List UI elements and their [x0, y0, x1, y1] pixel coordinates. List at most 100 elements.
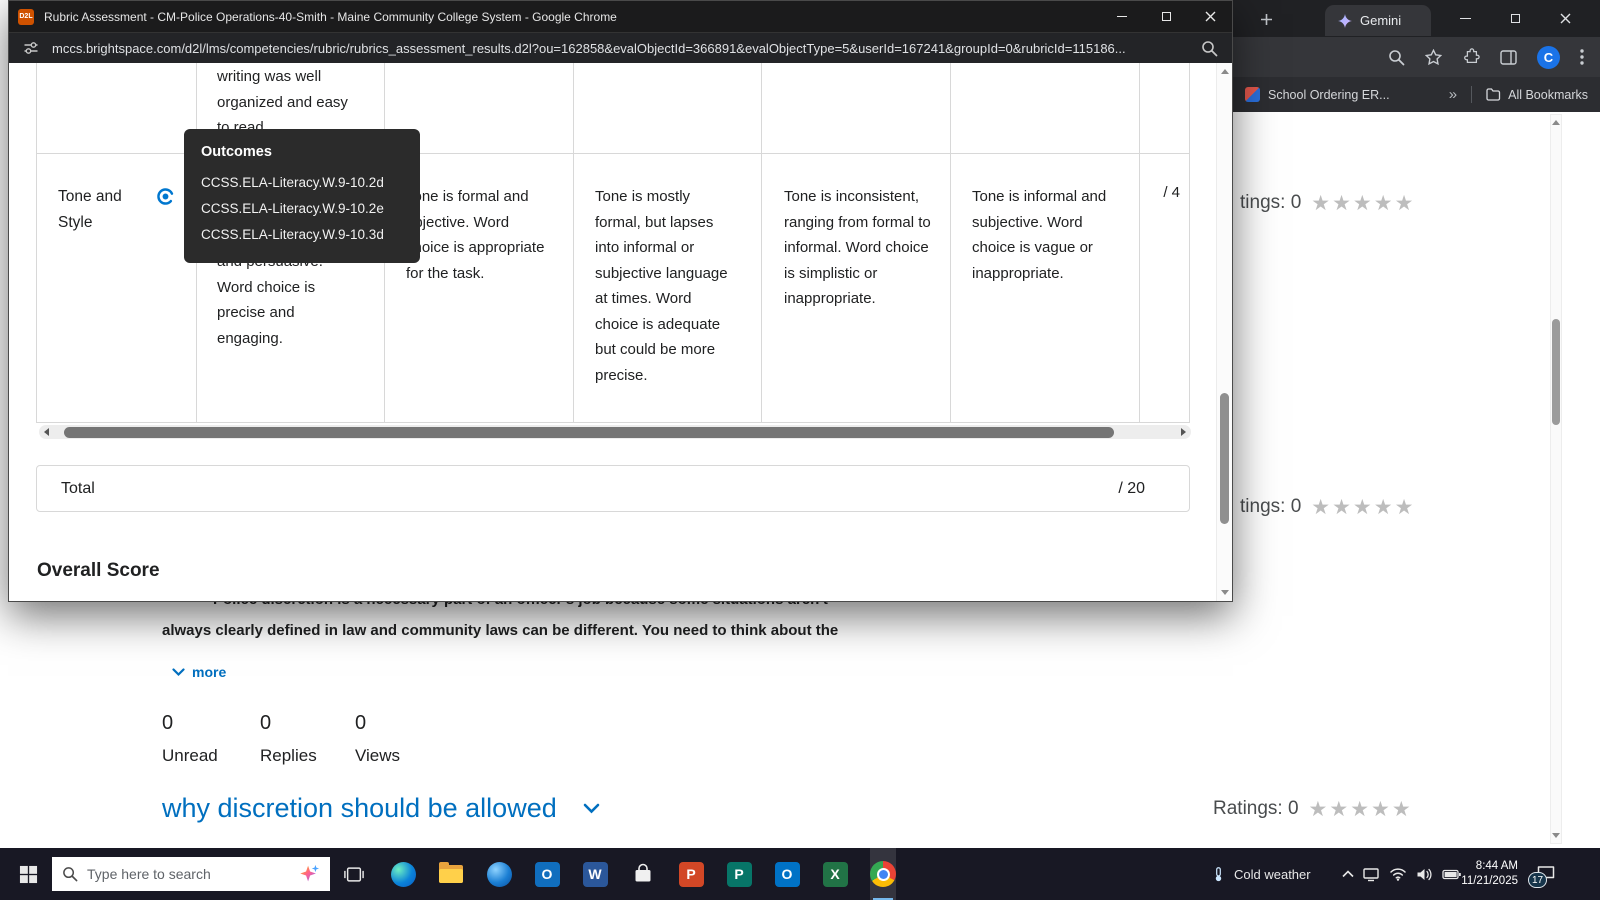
minimize-button[interactable] [1440, 0, 1490, 37]
outlook-mail-icon[interactable]: O [774, 848, 800, 900]
minimize-button[interactable] [1100, 1, 1144, 32]
bookmark-favicon [1245, 87, 1260, 102]
edge-icon[interactable] [390, 848, 416, 900]
tab-gemini[interactable]: Gemini [1325, 5, 1431, 36]
start-button[interactable] [8, 848, 48, 900]
thread-row: why discretion should be allowed [162, 793, 600, 824]
divider [1471, 86, 1473, 103]
stat-label: Unread [162, 746, 218, 765]
word-icon[interactable]: W [582, 848, 608, 900]
ratings-label-clipped: tings: 0 [1240, 192, 1302, 213]
weather-widget[interactable]: Cold weather [1205, 848, 1317, 900]
close-button[interactable] [1188, 1, 1232, 32]
stat-label: Replies [260, 746, 317, 765]
windows-logo-icon [19, 865, 37, 883]
scrollbar-thumb[interactable] [64, 426, 1114, 438]
table-horizontal-scrollbar[interactable] [39, 425, 1191, 439]
rubric-total-row: Total / 20 [36, 465, 1190, 512]
task-view-button[interactable] [338, 848, 370, 900]
scroll-left-arrow[interactable] [44, 428, 49, 436]
extensions-icon[interactable] [1462, 48, 1480, 66]
side-panel-icon[interactable] [1500, 49, 1517, 65]
search-input[interactable] [87, 866, 289, 882]
profile-avatar[interactable]: C [1537, 45, 1560, 69]
bookmark-item[interactable]: School Ordering ER... [1268, 88, 1390, 102]
scroll-right-arrow[interactable] [1181, 428, 1186, 436]
star-rating[interactable]: ★★★★★ [1311, 497, 1415, 518]
total-label: Total [61, 479, 95, 497]
rubric-criterion-label: Tone and Style [58, 188, 122, 231]
store-bag-icon [635, 863, 651, 882]
scroll-down-arrow[interactable] [1221, 590, 1229, 595]
scrollbar-thumb[interactable] [1552, 319, 1560, 425]
ethernet-icon[interactable] [1362, 867, 1380, 882]
pinned-apps: O W P P O X [390, 848, 896, 900]
zoom-icon[interactable] [1201, 40, 1218, 57]
outlook-icon[interactable]: O [534, 848, 560, 900]
rubric-level-cell: Tone is inconsistent, ranging from forma… [784, 188, 931, 307]
total-points: / 20 [1118, 479, 1145, 497]
all-bookmarks-button[interactable]: All Bookmarks [1486, 88, 1588, 102]
chevron-up-icon [1342, 870, 1354, 878]
excel-icon[interactable]: X [822, 848, 848, 900]
taskbar-search[interactable] [52, 857, 330, 891]
notification-badge: 17 [1528, 872, 1548, 888]
chevron-down-icon [172, 667, 185, 676]
close-button[interactable] [1540, 0, 1590, 37]
new-tab-button[interactable] [1255, 8, 1277, 30]
bookmark-star-icon[interactable] [1425, 48, 1442, 66]
blue-globe-app-icon[interactable] [486, 848, 512, 900]
more-link[interactable]: more [172, 664, 226, 680]
bookmarks-bar: School Ordering ER... » All Bookmarks [1233, 77, 1600, 112]
action-center-button[interactable]: 17 [1526, 848, 1566, 900]
chevron-down-icon[interactable] [583, 803, 600, 814]
wifi-icon[interactable] [1389, 867, 1407, 881]
post-text-line2: always clearly defined in law and commun… [162, 622, 839, 639]
rubric-level-cell: Tone is informal and subjective. Word ch… [972, 188, 1107, 282]
volume-icon[interactable] [1416, 867, 1433, 882]
thread-stats: 0 Unread 0 Replies 0 Views [162, 712, 400, 766]
tooltip-title: Outcomes [201, 144, 272, 160]
zoom-icon[interactable] [1388, 49, 1405, 66]
ratings-label-clipped: tings: 0 [1240, 496, 1302, 517]
tune-icon[interactable] [23, 40, 39, 56]
tray-expand-button[interactable] [1336, 848, 1360, 900]
chrome-icon[interactable] [870, 848, 896, 900]
menu-kebab-icon[interactable] [1580, 49, 1584, 65]
url-text[interactable]: mccs.brightspace.com/d2l/lms/competencie… [52, 41, 1201, 56]
rubric-level-cell: Tone is mostly formal, but lapses into i… [595, 188, 728, 384]
popup-vertical-scrollbar[interactable] [1216, 63, 1232, 601]
search-icon [63, 867, 78, 882]
page-scrollbar[interactable] [1550, 114, 1562, 844]
thread-title-link[interactable]: why discretion should be allowed [162, 793, 557, 824]
star-rating[interactable]: ★★★★★ [1311, 193, 1415, 214]
scroll-down-arrow[interactable] [1552, 833, 1560, 838]
file-explorer-icon[interactable] [438, 848, 464, 900]
star-rating[interactable]: ★★★★★ [1309, 799, 1413, 820]
window-controls [1100, 1, 1232, 32]
maximize-button[interactable] [1144, 1, 1188, 32]
address-bar[interactable]: mccs.brightspace.com/d2l/lms/competencie… [9, 32, 1232, 63]
rubric-content: writing was well organized and easy to r… [9, 63, 1232, 601]
copilot-sparkle-icon[interactable] [298, 863, 320, 885]
store-icon[interactable] [630, 848, 656, 900]
folder-icon [1486, 88, 1501, 101]
clock-time: 8:44 AM [1475, 860, 1518, 872]
outcomes-icon[interactable] [156, 187, 175, 206]
scrollbar-thumb[interactable] [1220, 393, 1229, 524]
scroll-up-arrow[interactable] [1552, 120, 1560, 125]
taskbar-clock[interactable]: 8:44 AM 11/21/2025 [1450, 848, 1518, 900]
browser-toolbar: C [1233, 37, 1600, 77]
scroll-up-arrow[interactable] [1221, 69, 1229, 74]
publisher-icon[interactable]: P [726, 848, 752, 900]
stat-value: 0 [260, 712, 272, 734]
tab-strip: Gemini [1233, 0, 1600, 37]
powerpoint-icon[interactable]: P [678, 848, 704, 900]
all-bookmarks-label: All Bookmarks [1508, 87, 1588, 102]
bookmarks-overflow-chevron[interactable]: » [1449, 86, 1457, 103]
rubric-assessment-window: D2L Rubric Assessment - CM-Police Operat… [8, 0, 1233, 602]
gemini-sparkle-icon [1338, 13, 1352, 28]
thermometer-icon [1215, 866, 1222, 881]
maximize-button[interactable] [1490, 0, 1540, 37]
windows-taskbar: O W P P O X Cold weather [0, 848, 1600, 900]
